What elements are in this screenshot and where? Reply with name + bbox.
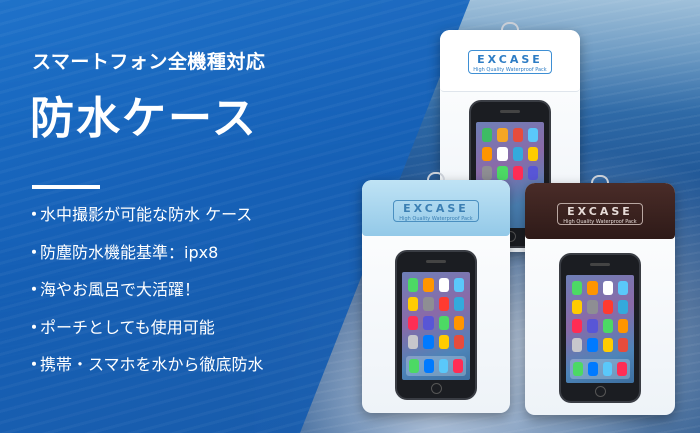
phone-home-screen [566, 275, 634, 383]
phone-speaker [500, 110, 520, 113]
home-button-icon [430, 383, 442, 394]
waterproof-pouch-blue: EXCASE High Quality Waterproof Pack [362, 172, 510, 413]
bullet-icon: ・ [26, 280, 43, 299]
phone-dock [570, 359, 630, 379]
feature-item: ・海やお風呂で大活躍！ [26, 278, 264, 316]
feature-item: ・ポーチとしても使用可能 [26, 316, 264, 354]
phone-speaker [426, 260, 446, 263]
bullet-icon: ・ [26, 205, 43, 224]
phone-home-screen [402, 272, 470, 380]
feature-text: 携帯・スマホを水から徹底防水 [40, 355, 264, 374]
phone-dock [406, 356, 466, 376]
title-divider [32, 185, 100, 189]
bullet-icon: ・ [26, 355, 43, 374]
product-banner: スマートフォン全機種対応 防水ケース ・水中撮影が可能な防水 ケース ・防塵防水… [0, 0, 700, 433]
bullet-icon: ・ [26, 317, 43, 337]
feature-list: ・水中撮影が可能な防水 ケース ・防塵防水機能基準：ipx8 ・海やお風呂で大活… [26, 203, 264, 391]
banner-title: 防水ケース [30, 93, 258, 144]
phone-in-pouch [395, 250, 477, 400]
banner-subtitle: スマートフォン全機種対応 [32, 51, 266, 73]
excase-logo: EXCASE High Quality Waterproof Pack [468, 50, 552, 74]
excase-logo: EXCASE High Quality Waterproof Pack [557, 203, 643, 225]
excase-logo: EXCASE High Quality Waterproof Pack [393, 200, 479, 222]
home-button-icon [594, 386, 606, 397]
feature-item: ・水中撮影が可能な防水 ケース [26, 203, 264, 241]
feature-item: ・携帯・スマホを水から徹底防水 [26, 353, 264, 391]
feature-text: 海やお風呂で大活躍！ [40, 280, 201, 299]
feature-text: 防塵防水機能基準：ipx8 [40, 242, 219, 262]
feature-item: ・防塵防水機能基準：ipx8 [26, 241, 264, 279]
bullet-icon: ・ [26, 242, 43, 262]
phone-speaker [590, 263, 610, 266]
feature-text: 水中撮影が可能な防水 ケース [40, 205, 253, 224]
feature-text: ポーチとしても使用可能 [40, 317, 215, 337]
phone-in-pouch [559, 253, 641, 403]
waterproof-pouch-brown: EXCASE High Quality Waterproof Pack [525, 175, 675, 415]
